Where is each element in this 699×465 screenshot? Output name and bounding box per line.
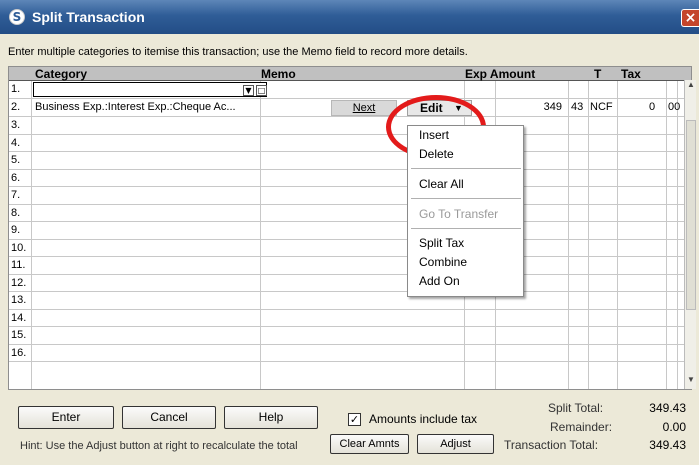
table-row[interactable]: 10. (9, 240, 691, 257)
category-input[interactable]: ▼ □ (33, 82, 267, 97)
column-t: T (594, 67, 602, 81)
instructions-text: Enter multiple categories to itemise thi… (8, 46, 468, 58)
tax-code-cell[interactable]: NCF (590, 101, 613, 113)
window-title: Split Transaction (32, 9, 145, 25)
table-row[interactable]: 9. (9, 222, 691, 240)
row-number: 6. (11, 171, 21, 184)
remainder-value: 0.00 (662, 420, 686, 434)
row-number: 9. (11, 224, 21, 236)
row-number: 7. (11, 189, 21, 201)
menu-item-clear-all[interactable]: Clear All (419, 177, 464, 191)
table-row[interactable]: 1. ▼ □ (9, 81, 691, 99)
category-list-icon[interactable]: □ (256, 85, 267, 96)
menu-item-split-tax[interactable]: Split Tax (419, 236, 464, 250)
row-number: 1. (11, 83, 21, 95)
scroll-down-icon[interactable]: ▼ (685, 375, 697, 389)
row-number: 16. (11, 346, 27, 359)
adjust-hint-text: Hint: Use the Adjust button at right to … (20, 440, 298, 452)
row-number: 3. (11, 119, 21, 131)
title-bar: S Split Transaction × (0, 0, 699, 34)
table-row[interactable]: 13. (9, 292, 691, 310)
menu-item-delete[interactable]: Delete (419, 147, 454, 161)
split-total-label: Split Total: (548, 401, 604, 415)
table-row[interactable]: 8. (9, 205, 691, 222)
table-row[interactable]: 16. (9, 345, 691, 362)
category-dropdown-icon[interactable]: ▼ (243, 85, 254, 96)
app-logo-icon: S (9, 9, 25, 25)
close-icon[interactable]: × (681, 9, 699, 27)
menu-item-go-to-transfer: Go To Transfer (419, 207, 499, 221)
column-exp-amount: Exp Amount (465, 67, 536, 81)
enter-button[interactable]: Enter (18, 406, 114, 429)
column-tax: Tax (621, 67, 641, 81)
menu-item-insert[interactable]: Insert (419, 128, 449, 142)
table-row[interactable]: 4. (9, 135, 691, 152)
edit-menu: Insert Delete Clear All Go To Transfer S… (407, 125, 524, 297)
row-number: 8. (11, 206, 21, 219)
scroll-thumb[interactable] (686, 120, 696, 310)
amounts-include-tax-label[interactable]: Amounts include tax (369, 412, 477, 426)
split-total-value: 349.43 (649, 401, 686, 415)
tax-cents[interactable]: 00 (668, 101, 680, 113)
column-category: Category (35, 67, 88, 81)
table-row[interactable]: 12. (9, 275, 691, 292)
split-grid: Category Memo Exp Amount T Tax 1. ▼ □ 2.… (8, 66, 692, 390)
table-row[interactable]: 2. Business Exp.:Interest Exp.:Cheque Ac… (9, 99, 691, 117)
amount-dollars[interactable]: 349 (522, 101, 562, 113)
row-number: 13. (11, 294, 27, 306)
menu-item-combine[interactable]: Combine (419, 255, 467, 269)
table-row[interactable]: 14. (9, 310, 691, 327)
row-number: 2. (11, 101, 21, 113)
menu-separator (411, 228, 521, 229)
amounts-include-tax-checkbox[interactable]: ✓ (348, 413, 361, 426)
menu-separator (411, 168, 521, 169)
row-number: 15. (11, 329, 27, 341)
row-number: 12. (11, 276, 27, 289)
menu-separator (411, 198, 521, 199)
transaction-total-value: 349.43 (649, 438, 686, 452)
table-row[interactable] (9, 362, 691, 380)
category-cell[interactable]: Business Exp.:Interest Exp.:Cheque Ac... (35, 101, 236, 113)
table-row[interactable]: 6. (9, 170, 691, 187)
adjust-button[interactable]: Adjust (417, 434, 494, 454)
row-number: 4. (11, 136, 21, 149)
row-number: 14. (11, 311, 27, 324)
scroll-up-icon[interactable]: ▲ (685, 80, 697, 94)
row-number: 10. (11, 241, 27, 254)
row-number: 11. (11, 259, 26, 271)
tax-dollars[interactable]: 0 (649, 101, 655, 113)
table-row[interactable]: 15. (9, 327, 691, 345)
menu-item-add-on[interactable]: Add On (419, 274, 460, 288)
column-memo: Memo (261, 67, 296, 81)
table-row[interactable]: 7. (9, 187, 691, 205)
amount-cents[interactable]: 43 (571, 101, 583, 113)
help-button[interactable]: Help (224, 406, 318, 429)
column-header: Category Memo Exp Amount T Tax (9, 67, 691, 81)
cancel-button[interactable]: Cancel (122, 406, 216, 429)
table-row[interactable]: 5. (9, 152, 691, 170)
remainder-label: Remainder: (550, 420, 613, 434)
transaction-total-label: Transaction Total: (504, 438, 599, 452)
grid-scrollbar[interactable]: ▲ ▼ (684, 80, 696, 389)
table-row[interactable]: 11. (9, 257, 691, 275)
clear-amounts-button[interactable]: Clear Amnts (330, 434, 409, 454)
row-number: 5. (11, 154, 21, 166)
next-button[interactable]: Next (331, 100, 397, 116)
table-row[interactable]: 3. (9, 117, 691, 135)
